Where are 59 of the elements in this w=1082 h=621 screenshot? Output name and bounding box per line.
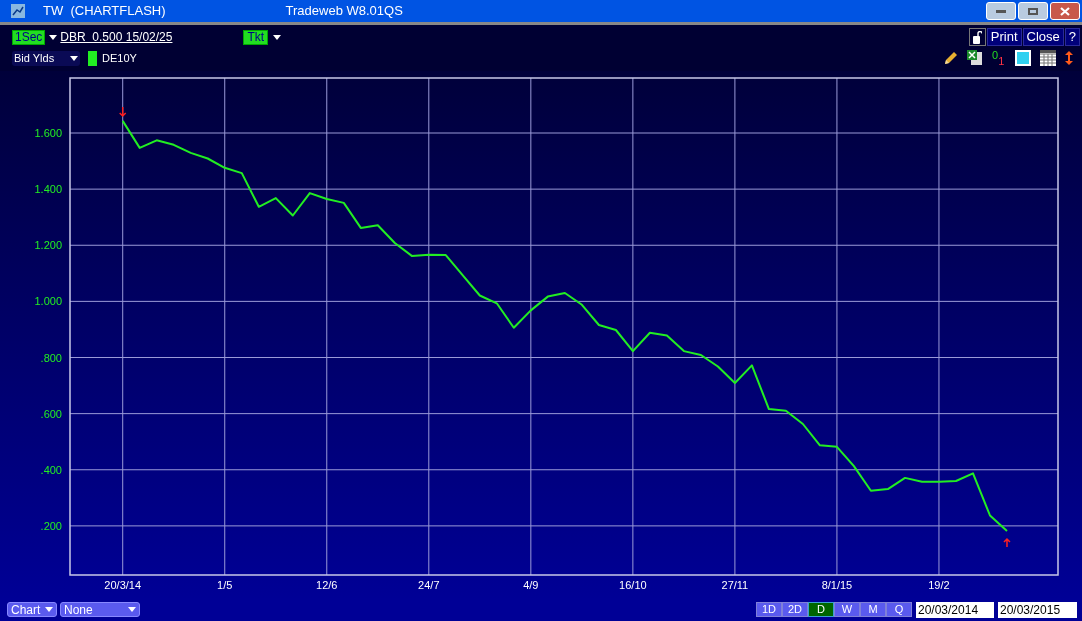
vertical-arrow-icon[interactable] bbox=[1065, 51, 1073, 65]
interval-caret-icon bbox=[49, 34, 58, 40]
caret-icon bbox=[45, 607, 53, 612]
lock-button[interactable] bbox=[968, 28, 986, 46]
ticket-button[interactable]: Tkt bbox=[243, 29, 269, 45]
series-dropdown[interactable]: Bid Ylds bbox=[12, 50, 80, 66]
chart-type-dropdown[interactable]: Chart bbox=[7, 602, 57, 617]
minimize-icon bbox=[996, 9, 1006, 13]
period-button[interactable]: Q bbox=[886, 602, 912, 617]
x-axis-label: 19/2 bbox=[928, 579, 950, 591]
x-axis-label: 4/9 bbox=[523, 579, 539, 591]
overlay-dropdown[interactable]: None bbox=[60, 602, 140, 617]
start-marker-icon bbox=[118, 106, 127, 117]
y-axis-label: .800 bbox=[40, 351, 62, 364]
toolbar-button[interactable]: Print bbox=[986, 28, 1022, 46]
from-date-field[interactable]: 20/03/2014 bbox=[916, 601, 994, 618]
caret-icon bbox=[128, 607, 136, 612]
x-axis-label: 20/3/14 bbox=[104, 579, 142, 591]
y-axis-label: 1.400 bbox=[34, 183, 62, 196]
minimize-button[interactable] bbox=[986, 2, 1016, 20]
y-axis-label: .400 bbox=[40, 463, 62, 476]
app-icon bbox=[11, 4, 25, 18]
interval-button[interactable]: 1Sec bbox=[12, 29, 46, 45]
period-button[interactable]: 1D bbox=[756, 602, 782, 617]
fraction-button[interactable]: 01 bbox=[992, 50, 1006, 66]
x-axis-label: 1/5 bbox=[217, 579, 233, 591]
x-axis-label: 16/10 bbox=[619, 579, 647, 591]
y-axis-label: 1.600 bbox=[34, 127, 62, 139]
legend-label: DE10Y bbox=[102, 50, 137, 66]
maximize-icon bbox=[1028, 7, 1038, 15]
caret-icon bbox=[70, 55, 78, 61]
close-window-button[interactable] bbox=[1050, 2, 1080, 20]
x-axis-label: 27/11 bbox=[721, 579, 749, 591]
maximize-button[interactable] bbox=[1018, 2, 1048, 20]
period-button[interactable]: 2D bbox=[782, 602, 808, 617]
color-square-icon[interactable] bbox=[1015, 50, 1031, 66]
y-axis-label: .200 bbox=[40, 519, 62, 532]
toolbar-button[interactable]: Close bbox=[1022, 28, 1064, 46]
y-axis-label: .600 bbox=[40, 407, 62, 420]
window-title: TW (CHARTFLASH) bbox=[43, 2, 166, 21]
grid-icon[interactable] bbox=[1040, 50, 1056, 66]
to-date-field[interactable]: 20/03/2015 bbox=[998, 601, 1077, 618]
close-icon bbox=[1060, 6, 1070, 16]
ticket-caret-icon bbox=[273, 34, 282, 40]
x-axis-label: 24/7 bbox=[418, 579, 440, 591]
period-button[interactable]: M bbox=[860, 602, 886, 617]
y-axis-label: 1.000 bbox=[34, 295, 62, 308]
y-axis-label: 1.200 bbox=[34, 239, 62, 252]
instrument-link[interactable]: DBR 0.500 15/02/25 bbox=[60, 28, 173, 46]
end-marker-icon bbox=[1003, 537, 1011, 548]
x-axis-label: 8/1/15 bbox=[821, 579, 853, 591]
lock-icon bbox=[972, 30, 982, 44]
period-button[interactable]: D bbox=[808, 602, 834, 617]
x-axis-label: 12/6 bbox=[316, 579, 338, 591]
toolbar-button[interactable]: ? bbox=[1064, 28, 1080, 46]
pencil-icon[interactable] bbox=[944, 51, 958, 65]
period-button[interactable]: W bbox=[834, 602, 860, 617]
app-name: Tradeweb W8.01QS bbox=[285, 2, 403, 21]
spreadsheet-icon[interactable] bbox=[967, 50, 983, 66]
